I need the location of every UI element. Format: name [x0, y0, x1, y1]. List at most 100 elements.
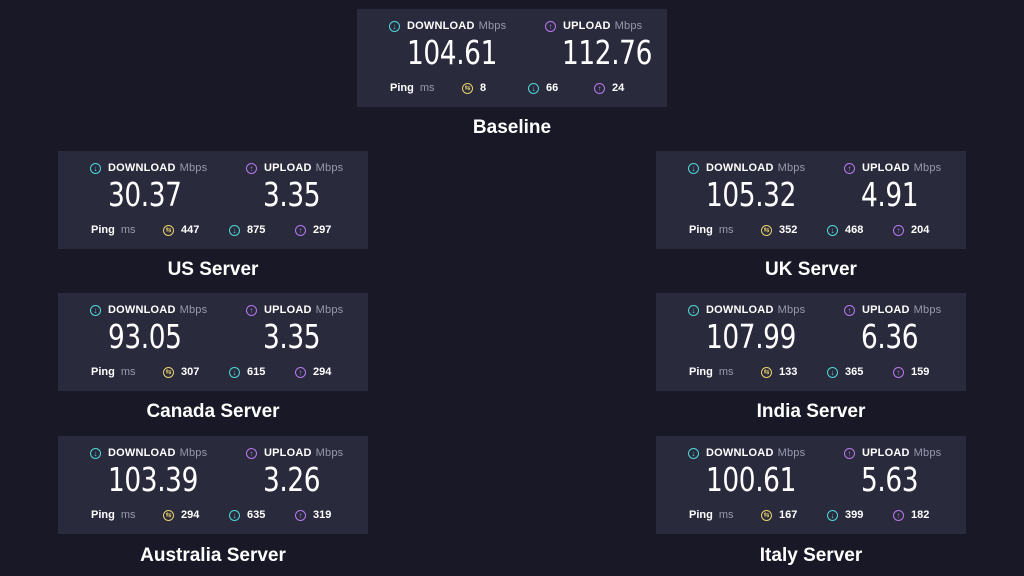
download-value: 104.61 — [407, 33, 497, 72]
speed-card-us-server: ↓ DOWNLOAD Mbps ↑ UPLOAD Mbps 30.37 3.35 Ping ms ⇆… — [58, 151, 368, 249]
ping-upload-value: 294 — [313, 366, 332, 378]
server-label-india-server: India Server — [756, 401, 866, 422]
ping-unit: ms — [718, 509, 734, 521]
ping-row: Ping ms ⇆ 8 ↓ 66 ↑ 24 — [390, 82, 640, 94]
arrow-up-circle-icon: ↑ — [545, 20, 556, 32]
arrow-down-circle-icon: ↓ — [90, 162, 101, 174]
ping-download: ↓ 615 — [229, 366, 295, 378]
ping-unit: ms — [120, 366, 136, 378]
ping-label-group: Ping ms — [689, 224, 761, 236]
ping-label-group: Ping ms — [689, 509, 761, 521]
ping-row: Ping ms ⇆ 133 ↓ 365 ↑ 159 — [689, 366, 939, 378]
upload-unit: Mbps — [315, 304, 344, 316]
download-value: 100.61 — [706, 460, 796, 499]
download-unit: Mbps — [179, 304, 208, 316]
ping-label: Ping — [689, 224, 713, 236]
download-value: 105.32 — [706, 175, 796, 214]
ping-label: Ping — [91, 509, 115, 521]
upload-value: 112.76 — [562, 33, 652, 72]
ping-idle: ⇆ 307 — [163, 366, 229, 378]
upload-header: ↑ UPLOAD Mbps — [246, 447, 343, 459]
upload-unit: Mbps — [913, 162, 942, 174]
arrow-up-circle-icon: ↑ — [295, 509, 306, 521]
arrow-down-circle-icon: ↓ — [688, 162, 699, 174]
arrow-down-circle-icon: ↓ — [528, 82, 539, 94]
ping-download: ↓ 399 — [827, 509, 893, 521]
server-label-canada-server: Canada Server — [146, 401, 280, 422]
arrow-up-circle-icon: ↑ — [246, 447, 257, 459]
ping-upload-value: 159 — [911, 366, 930, 378]
upload-value: 3.35 — [263, 175, 321, 214]
speed-card-australia-server: ↓ DOWNLOAD Mbps ↑ UPLOAD Mbps 103.39 3.26 Ping ms… — [58, 436, 368, 534]
speed-card-canada-server: ↓ DOWNLOAD Mbps ↑ UPLOAD Mbps 93.05 3.35 Ping ms ⇆… — [58, 293, 368, 391]
ping-label: Ping — [91, 224, 115, 236]
ping-unit: ms — [120, 509, 136, 521]
ping-upload: ↑ 294 — [295, 366, 331, 378]
ping-upload-value: 204 — [911, 224, 930, 236]
server-label-baseline: Baseline — [472, 117, 552, 138]
upload-unit: Mbps — [614, 20, 643, 32]
upload-label: UPLOAD — [264, 162, 312, 174]
ping-download-value: 66 — [546, 82, 559, 94]
upload-label: UPLOAD — [862, 304, 910, 316]
download-unit: Mbps — [179, 162, 208, 174]
ping-unit: ms — [419, 82, 435, 94]
speed-card-italy-server: ↓ DOWNLOAD Mbps ↑ UPLOAD Mbps 100.61 5.63 Ping ms… — [656, 436, 966, 534]
arrow-down-circle-icon: ↓ — [90, 304, 101, 316]
download-header: ↓ DOWNLOAD Mbps — [688, 162, 805, 174]
ping-icon: ⇆ — [761, 509, 772, 521]
ping-upload: ↑ 159 — [893, 366, 929, 378]
ping-unit: ms — [120, 224, 136, 236]
ping-idle-value: 352 — [779, 224, 798, 236]
ping-upload-value: 182 — [911, 509, 930, 521]
download-label: DOWNLOAD — [108, 162, 176, 174]
ping-label: Ping — [689, 509, 713, 521]
arrow-up-circle-icon: ↑ — [893, 366, 904, 378]
ping-upload-value: 297 — [313, 224, 332, 236]
upload-value: 3.35 — [263, 317, 321, 356]
arrow-down-circle-icon: ↓ — [229, 509, 240, 521]
upload-unit: Mbps — [315, 447, 344, 459]
ping-label-group: Ping ms — [390, 82, 462, 94]
upload-header: ↑ UPLOAD Mbps — [844, 447, 941, 459]
arrow-up-circle-icon: ↑ — [893, 224, 904, 236]
ping-idle: ⇆ 167 — [761, 509, 827, 521]
arrow-up-circle-icon: ↑ — [844, 447, 855, 459]
ping-row: Ping ms ⇆ 294 ↓ 635 ↑ 319 — [91, 509, 341, 521]
ping-idle: ⇆ 8 — [462, 82, 528, 94]
ping-label-group: Ping ms — [689, 366, 761, 378]
ping-icon: ⇆ — [462, 82, 473, 94]
ping-idle-value: 447 — [181, 224, 200, 236]
upload-value: 5.63 — [861, 460, 919, 499]
upload-label: UPLOAD — [264, 447, 312, 459]
speed-card-india-server: ↓ DOWNLOAD Mbps ↑ UPLOAD Mbps 107.99 6.36 Ping ms… — [656, 293, 966, 391]
arrow-down-circle-icon: ↓ — [389, 20, 400, 32]
download-value: 107.99 — [706, 317, 796, 356]
download-header: ↓ DOWNLOAD Mbps — [688, 447, 805, 459]
ping-idle-value: 294 — [181, 509, 200, 521]
server-label-us-server: US Server — [167, 259, 259, 280]
ping-download-value: 875 — [247, 224, 266, 236]
ping-download-value: 468 — [845, 224, 864, 236]
ping-icon: ⇆ — [163, 224, 174, 236]
ping-upload: ↑ 24 — [594, 82, 624, 94]
ping-label: Ping — [390, 82, 414, 94]
arrow-down-circle-icon: ↓ — [229, 366, 240, 378]
ping-download: ↓ 365 — [827, 366, 893, 378]
arrow-up-circle-icon: ↑ — [844, 162, 855, 174]
download-value: 103.39 — [108, 460, 198, 499]
arrow-down-circle-icon: ↓ — [90, 447, 101, 459]
ping-icon: ⇆ — [163, 509, 174, 521]
server-label-italy-server: Italy Server — [759, 545, 863, 566]
download-header: ↓ DOWNLOAD Mbps — [90, 447, 207, 459]
ping-label: Ping — [91, 366, 115, 378]
download-value: 93.05 — [108, 317, 182, 356]
ping-label-group: Ping ms — [91, 366, 163, 378]
upload-header: ↑ UPLOAD Mbps — [246, 304, 343, 316]
upload-unit: Mbps — [913, 304, 942, 316]
ping-icon: ⇆ — [761, 366, 772, 378]
upload-value: 3.26 — [263, 460, 321, 499]
download-label: DOWNLOAD — [108, 304, 176, 316]
arrow-down-circle-icon: ↓ — [229, 224, 240, 236]
ping-row: Ping ms ⇆ 447 ↓ 875 ↑ 297 — [91, 224, 341, 236]
